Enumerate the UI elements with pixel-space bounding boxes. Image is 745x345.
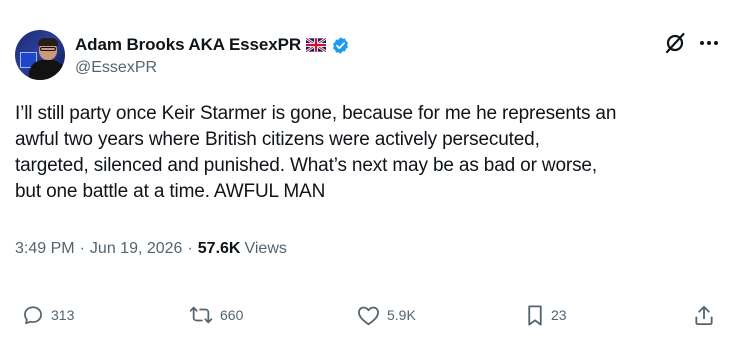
meta-separator: ·: [79, 240, 85, 257]
tweet-card: Adam Brooks AKA EssexPR @EssexPR I’ll st…: [0, 0, 745, 345]
views-label: Views: [244, 240, 287, 257]
meta-separator: ·: [187, 240, 193, 257]
action-bar: 313 660 5.9K 23: [0, 300, 745, 330]
grok-icon[interactable]: [664, 32, 686, 54]
verified-badge-icon[interactable]: [331, 36, 350, 55]
bookmark-count: 23: [551, 307, 567, 323]
reply-count: 313: [51, 307, 75, 323]
views-count: 57.6K: [197, 240, 241, 257]
author-display-name[interactable]: Adam Brooks AKA EssexPR: [75, 35, 301, 55]
grok-glyph-icon: [665, 32, 685, 54]
share-icon: [695, 305, 713, 325]
more-options-button[interactable]: [698, 33, 720, 53]
tweet-date[interactable]: Jun 19, 2026: [90, 240, 183, 258]
author-name-row: Adam Brooks AKA EssexPR: [75, 34, 350, 56]
reply-button[interactable]: 313: [22, 300, 74, 330]
like-count: 5.9K: [387, 307, 416, 323]
repost-icon: [189, 306, 213, 324]
heart-icon: [358, 306, 379, 325]
tweet-text-line: awful two years where British citizens w…: [15, 129, 540, 150]
avatar[interactable]: [15, 30, 65, 80]
repost-count: 660: [220, 307, 244, 323]
like-button[interactable]: 5.9K: [357, 300, 416, 330]
tweet-text: I’ll still party once Keir Starmer is go…: [15, 101, 733, 205]
uk-flag-icon: [306, 38, 327, 52]
tweet-text-line: I’ll still party once Keir Starmer is go…: [15, 103, 617, 124]
more-dots-icon: [700, 41, 718, 45]
repost-button[interactable]: 660: [189, 300, 243, 330]
tweet-text-line: but one battle at a time. AWFUL MAN: [15, 181, 326, 202]
bookmark-button[interactable]: 23: [526, 300, 567, 330]
tweet-meta: 3:49 PM · Jun 19, 2026 · 57.6K Views: [15, 240, 287, 258]
share-button[interactable]: [694, 300, 714, 330]
author-handle[interactable]: @EssexPR: [75, 59, 157, 77]
tweet-text-line: targeted, silenced and punished. What’s …: [15, 155, 597, 176]
reply-icon: [24, 306, 42, 325]
tweet-time[interactable]: 3:49 PM: [15, 240, 75, 258]
bookmark-icon: [528, 304, 542, 326]
